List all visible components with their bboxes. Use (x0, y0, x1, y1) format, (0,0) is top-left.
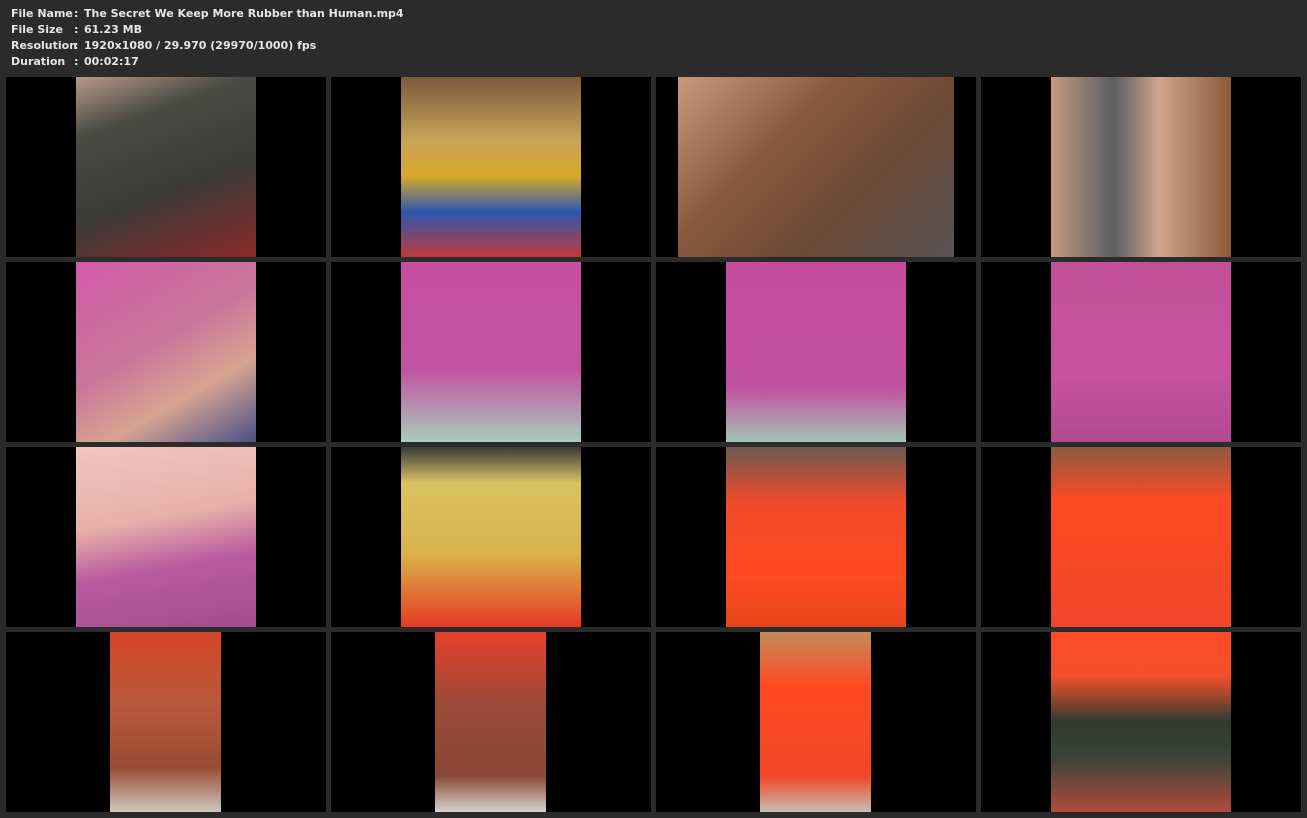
thumbnail-cell-15 (656, 632, 976, 812)
thumbnail-cell-7 (656, 262, 976, 442)
thumbnail-cell-2 (331, 77, 651, 257)
file-name-value: The Secret We Keep More Rubber than Huma… (84, 7, 404, 20)
resolution-row: Resolution : 1920x1080 / 29.970 (29970/1… (11, 38, 404, 54)
duration-row: Duration : 00:02:17 (11, 54, 404, 70)
separator: : (74, 39, 79, 52)
thumbnail-cell-12 (981, 447, 1301, 627)
thumbnail-cell-6 (331, 262, 651, 442)
thumbnail-image (726, 262, 906, 442)
thumbnail-image (110, 632, 221, 812)
thumbnail-cell-16 (981, 632, 1301, 812)
thumbnail-cell-1 (6, 77, 326, 257)
file-size-label: File Size (11, 23, 63, 36)
thumbnail-cell-8 (981, 262, 1301, 442)
thumbnail-image (1051, 447, 1231, 627)
separator: : (74, 55, 79, 68)
thumbnail-image (1051, 262, 1231, 442)
thumbnail-image (76, 77, 256, 257)
file-size-row: File Size : 61.23 MB (11, 22, 404, 38)
thumbnail-image (726, 447, 906, 627)
separator: : (74, 23, 79, 36)
thumbnail-image (401, 447, 581, 627)
thumbnail-cell-3 (656, 77, 976, 257)
thumbnail-cell-14 (331, 632, 651, 812)
separator: : (74, 7, 79, 20)
thumbnail-image (1051, 632, 1231, 812)
thumbnail-image (401, 262, 581, 442)
thumbnail-cell-5 (6, 262, 326, 442)
thumbnail-image (760, 632, 871, 812)
duration-label: Duration (11, 55, 66, 68)
file-name-row: File Name : The Secret We Keep More Rubb… (11, 6, 404, 22)
thumbnail-image (76, 262, 256, 442)
thumbnail-image (401, 77, 581, 257)
thumbnail-cell-13 (6, 632, 326, 812)
thumbnail-grid (6, 77, 1302, 812)
thumbnail-cell-11 (656, 447, 976, 627)
file-info-header: File Name : The Secret We Keep More Rubb… (11, 6, 404, 70)
thumbnail-image (1051, 77, 1231, 257)
resolution-value: 1920x1080 / 29.970 (29970/1000) fps (84, 39, 317, 52)
thumbnail-cell-9 (6, 447, 326, 627)
file-size-value: 61.23 MB (84, 23, 142, 36)
thumbnail-image (435, 632, 546, 812)
duration-value: 00:02:17 (84, 55, 139, 68)
thumbnail-cell-10 (331, 447, 651, 627)
thumbnail-image (76, 447, 256, 627)
file-name-label: File Name (11, 7, 73, 20)
thumbnail-image (678, 77, 954, 257)
thumbnail-cell-4 (981, 77, 1301, 257)
resolution-label: Resolution (11, 39, 78, 52)
